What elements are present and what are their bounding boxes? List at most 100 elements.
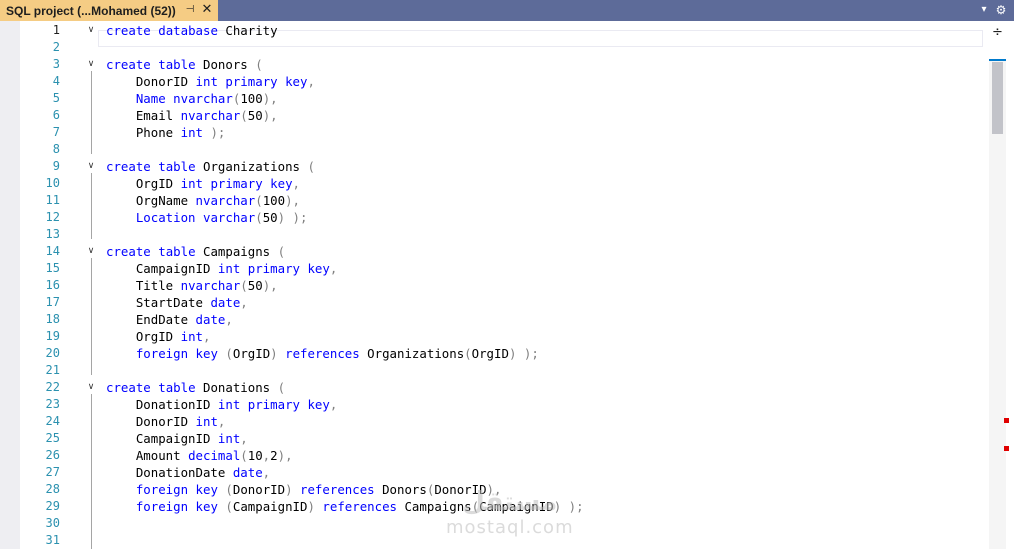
keyword-token: key — [195, 346, 218, 361]
identifier-token: CampaignID — [106, 431, 218, 446]
code-line[interactable]: create database Charity — [106, 22, 278, 39]
document-tab-sql-project[interactable]: SQL project (...Mohamed (52)) ⊣ ✕ — [0, 0, 218, 21]
code-line[interactable]: foreign key (OrgID) references Organizat… — [106, 345, 539, 362]
error-marker[interactable] — [1004, 446, 1009, 451]
line-number: 7 — [52, 125, 60, 139]
identifier-token — [106, 482, 136, 497]
keyword-token: nvarchar — [195, 193, 256, 208]
punctuation-token: ); — [292, 210, 308, 225]
line-number: 19 — [45, 329, 60, 343]
identifier-token: OrgID — [106, 329, 181, 344]
line-number: 5 — [52, 91, 60, 105]
code-editor[interactable]: 1 ∨ create database Charity 2 3 ∨ create table… — [0, 21, 1014, 549]
code-line[interactable]: Email nvarchar(50), — [106, 107, 278, 124]
close-icon[interactable]: ✕ — [201, 3, 213, 16]
code-line[interactable]: create table Donors ( — [106, 56, 263, 73]
keyword-token: date — [210, 295, 241, 310]
keyword-token: primary — [225, 74, 278, 89]
punctuation-token: ) — [285, 482, 293, 497]
keyword-token: int — [180, 329, 203, 344]
identifier-token: Title — [106, 278, 181, 293]
keyword-token: decimal — [188, 448, 241, 463]
punctuation-token: , — [307, 74, 315, 89]
keyword-token: database — [158, 23, 218, 38]
keyword-token: nvarchar — [180, 278, 241, 293]
punctuation-token: ( — [277, 380, 286, 395]
split-window-icon[interactable]: ÷ — [989, 24, 1006, 42]
code-line[interactable]: StartDate date, — [106, 294, 248, 311]
identifier-token: 100 — [240, 91, 263, 106]
punctuation-token: ), — [262, 108, 278, 123]
identifier-token: 10 — [247, 448, 263, 463]
keyword-token: int — [217, 431, 241, 446]
code-line[interactable]: Location varchar(50) ); — [106, 209, 308, 226]
code-line[interactable]: OrgID int primary key, — [106, 175, 300, 192]
code-line[interactable]: Amount decimal(10,2), — [106, 447, 293, 464]
keyword-token: primary — [247, 397, 300, 412]
identifier-token: 50 — [247, 278, 263, 293]
line-number: 9 — [52, 159, 60, 173]
code-line[interactable]: EndDate date, — [106, 311, 233, 328]
keyword-token: table — [158, 57, 196, 72]
line-number: 21 — [45, 363, 60, 377]
punctuation-token: ( — [225, 482, 233, 497]
keyword-token: date — [195, 312, 226, 327]
punctuation-token: ( — [255, 193, 263, 208]
keyword-token: create — [106, 159, 151, 174]
identifier-token: DonorID — [106, 414, 196, 429]
identifier-token: DonorID — [106, 74, 196, 89]
code-line[interactable]: OrgName nvarchar(100), — [106, 192, 300, 209]
identifier-token: CampaignID — [232, 499, 308, 514]
pin-icon[interactable]: ⊣ — [184, 4, 196, 16]
code-line[interactable]: DonationID int primary key, — [106, 396, 337, 413]
punctuation-token: ) — [270, 346, 278, 361]
line-number: 6 — [52, 108, 60, 122]
code-line[interactable]: create table Organizations ( — [106, 158, 315, 175]
code-line[interactable]: Name nvarchar(100), — [106, 90, 278, 107]
line-number: 20 — [45, 346, 60, 360]
punctuation-token: , — [240, 295, 248, 310]
code-line[interactable]: CampaignID int, — [106, 430, 248, 447]
keyword-token: create — [106, 244, 151, 259]
punctuation-token: ( — [225, 346, 233, 361]
line-number: 24 — [45, 414, 60, 428]
identifier-token — [516, 346, 523, 361]
gear-icon[interactable]: ⚙ — [994, 3, 1008, 17]
keyword-token: nvarchar — [180, 108, 241, 123]
fold-guide-line — [91, 71, 92, 154]
identifier-token: Organizations — [359, 346, 465, 361]
punctuation-token: , — [329, 261, 338, 276]
code-line[interactable]: DonorID int, — [106, 413, 226, 430]
code-line[interactable]: DonationDate date, — [106, 464, 270, 481]
code-line[interactable]: foreign key (DonorID) references Donors(… — [106, 481, 502, 498]
keyword-token: varchar — [203, 210, 256, 225]
line-number: 17 — [45, 295, 60, 309]
identifier-token — [240, 261, 247, 276]
fold-chevron-icon[interactable]: ∨ — [86, 22, 96, 39]
code-line[interactable]: OrgID int, — [106, 328, 211, 345]
keyword-token: int — [180, 125, 203, 140]
code-line[interactable]: Title nvarchar(50), — [106, 277, 278, 294]
error-marker[interactable] — [1004, 418, 1009, 423]
identifier-token — [293, 482, 300, 497]
identifier-token — [106, 91, 136, 106]
identifier-token — [188, 499, 195, 514]
identifier-token: Donations — [195, 380, 278, 395]
identifier-token — [196, 210, 203, 225]
keyword-token: int — [180, 176, 203, 191]
line-number: 25 — [45, 431, 60, 445]
code-line[interactable]: create table Campaigns ( — [106, 243, 285, 260]
code-line[interactable]: create table Donations ( — [106, 379, 285, 396]
line-number: 13 — [45, 227, 60, 241]
punctuation-token: ( — [240, 448, 248, 463]
scrollbar-thumb[interactable] — [992, 62, 1003, 134]
code-line[interactable]: DonorID int primary key, — [106, 73, 315, 90]
code-line[interactable]: Phone int ); — [106, 124, 226, 141]
scrollbar-track[interactable] — [989, 61, 1006, 549]
chevron-down-icon[interactable]: ▾ — [977, 3, 991, 17]
keyword-token: table — [158, 159, 196, 174]
identifier-token — [106, 210, 136, 225]
code-line[interactable]: CampaignID int primary key, — [106, 260, 337, 277]
punctuation-token: ( — [255, 210, 263, 225]
punctuation-token: ( — [255, 57, 263, 72]
